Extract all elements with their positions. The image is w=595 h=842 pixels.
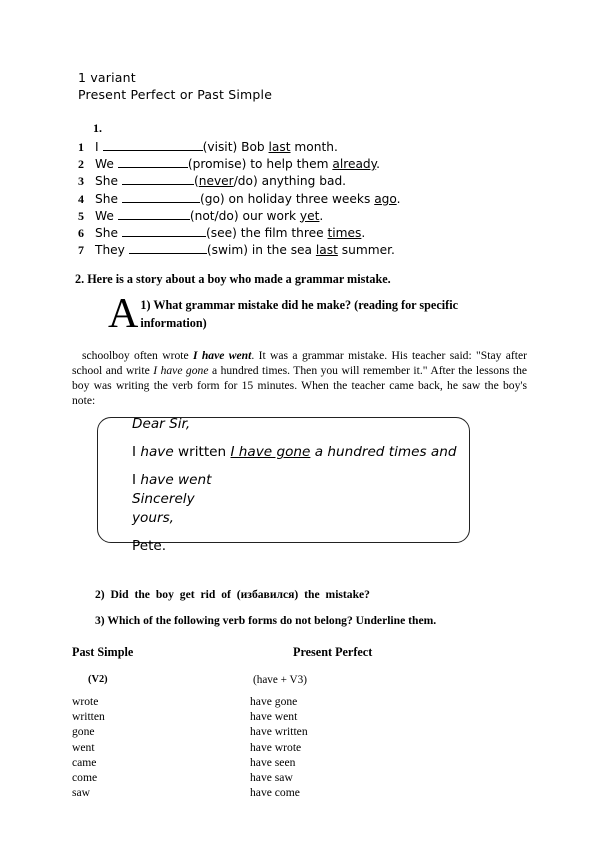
verb-form-item[interactable]: wrote (72, 694, 105, 709)
note-body-written: written (173, 444, 231, 460)
verb-form-item[interactable]: saw (72, 785, 105, 800)
note-signature: Pete. (132, 538, 167, 554)
verb-form-item[interactable]: have seen (250, 755, 308, 770)
note-body-post: a hundred times and (310, 444, 457, 460)
verb-column-past-simple: wrote written gone went came come saw (72, 694, 105, 800)
item-number: 6 (78, 225, 84, 240)
table-header-past-simple: Past Simple (72, 645, 134, 659)
note-body-quote: I have gone (230, 444, 311, 460)
reading-question-2: 2) Did the boy get rid of (избавился) th… (95, 588, 370, 601)
time-marker: last (315, 243, 338, 258)
time-marker: never (198, 174, 234, 189)
verb-column-present-perfect: have gone have went have written have wrote… (250, 694, 308, 800)
item-number: 2 (78, 157, 84, 172)
time-marker: already (332, 157, 377, 172)
exercise-1-item: 6 She (see) the film three times. (78, 224, 538, 241)
answer-blank[interactable] (121, 224, 206, 237)
verb-form-item[interactable]: have wrote (250, 740, 308, 755)
exercise-1-item: 2 We (promise) to help them already. (78, 155, 538, 172)
verb-form-item[interactable]: have come (250, 785, 308, 800)
answer-blank[interactable] (117, 155, 188, 169)
exercise-1-item: 3 She (never/do) anything bad. (78, 172, 538, 189)
item-text: (go) on holiday three weeks ago. (199, 191, 401, 206)
story-fragment: schoolboy often wrote (82, 349, 193, 362)
verb-form-item[interactable]: have gone (250, 694, 308, 709)
item-number: 3 (78, 174, 84, 189)
reading-question-block: A 1) What grammar mistake did he make? (… (108, 291, 498, 337)
reading-question-1: 1) What grammar mistake did he make? (re… (140, 298, 458, 330)
item-text: (swim) in the sea last summer. (206, 243, 395, 258)
verb-form-item[interactable]: have went (250, 709, 308, 724)
worksheet-page: 1 variant Present Perfect or Past Simple… (0, 0, 595, 842)
table-header-present-perfect: Present Perfect (293, 645, 373, 659)
answer-blank[interactable] (121, 190, 200, 203)
document-header: 1 variant Present Perfect or Past Simple (78, 70, 272, 103)
table-subheader-v2: (V2) (88, 674, 108, 685)
time-marker: yet (299, 208, 320, 223)
item-subject: I (95, 140, 99, 154)
variant-line: 1 variant (78, 70, 136, 85)
item-number: 7 (78, 243, 84, 258)
verb-form-item[interactable]: have written (250, 724, 308, 739)
verb-form-item[interactable]: gone (72, 724, 105, 739)
answer-blank[interactable] (121, 172, 194, 186)
exercise-1-list: 1 I (visit) Bob last month. 2 We (promise) to… (78, 138, 538, 258)
time-marker: times (327, 225, 362, 240)
section-2-heading: 2. Here is a story about a boy who made … (75, 272, 391, 286)
note-body: I have written I have gone a hundred tim… (132, 443, 462, 462)
item-number: 1 (78, 140, 84, 154)
exercise-1-item: 7 They (swim) in the sea last summer. (78, 241, 538, 258)
note-greeting: Dear Sir, (132, 416, 191, 432)
item-text: (not/do) our work yet. (189, 208, 324, 223)
exercise-1-item: 1 I (visit) Bob last month. (78, 138, 538, 155)
note-yours: yours, (132, 510, 174, 526)
answer-blank[interactable] (117, 207, 190, 220)
item-subject: She (95, 174, 118, 189)
item-text: (visit) Bob last month. (202, 140, 338, 154)
note-body-have: have (140, 444, 174, 460)
verb-form-item[interactable]: have saw (250, 770, 308, 785)
exercise-1-label: 1. (93, 121, 102, 135)
table-subheader-have-v3: (have + V3) (253, 674, 307, 686)
answer-blank[interactable] (102, 138, 203, 151)
note-line3-have-went: have went (140, 472, 212, 488)
item-subject: They (95, 243, 125, 258)
note-sincerely: Sincerely (132, 491, 195, 507)
item-subject: We (95, 208, 114, 223)
exercise-1-item: 4 She (go) on holiday three weeks ago. (78, 190, 538, 207)
verb-form-item[interactable]: went (72, 740, 105, 755)
answer-blank[interactable] (128, 241, 207, 255)
verb-form-item[interactable]: written (72, 709, 105, 724)
item-text: (promise) to help them already. (187, 157, 381, 172)
story-fragment: I have gone (153, 364, 209, 377)
topic-line: Present Perfect or Past Simple (78, 86, 273, 102)
item-number: 5 (78, 208, 84, 223)
time-marker: ago (374, 191, 397, 206)
reading-question-3: 3) Which of the following verb forms do … (95, 614, 437, 627)
item-subject: She (95, 191, 118, 206)
item-subject: We (95, 157, 114, 172)
item-text: (see) the film three times. (205, 225, 366, 240)
exercise-1-item: 5 We (not/do) our work yet. (78, 207, 538, 224)
item-subject: She (95, 225, 118, 240)
drop-cap-letter: A (108, 291, 139, 337)
verb-form-item[interactable]: came (72, 755, 105, 770)
story-fragment: I have went (192, 349, 252, 362)
item-number: 4 (78, 191, 84, 206)
verb-form-item[interactable]: come (72, 770, 105, 785)
time-marker: last (268, 140, 291, 154)
story-paragraph: schoolboy often wrote I have went. It wa… (72, 348, 527, 408)
note-text: Dear Sir, I have written I have gone a h… (132, 415, 492, 556)
item-text: (never/do) anything bad. (193, 174, 347, 189)
